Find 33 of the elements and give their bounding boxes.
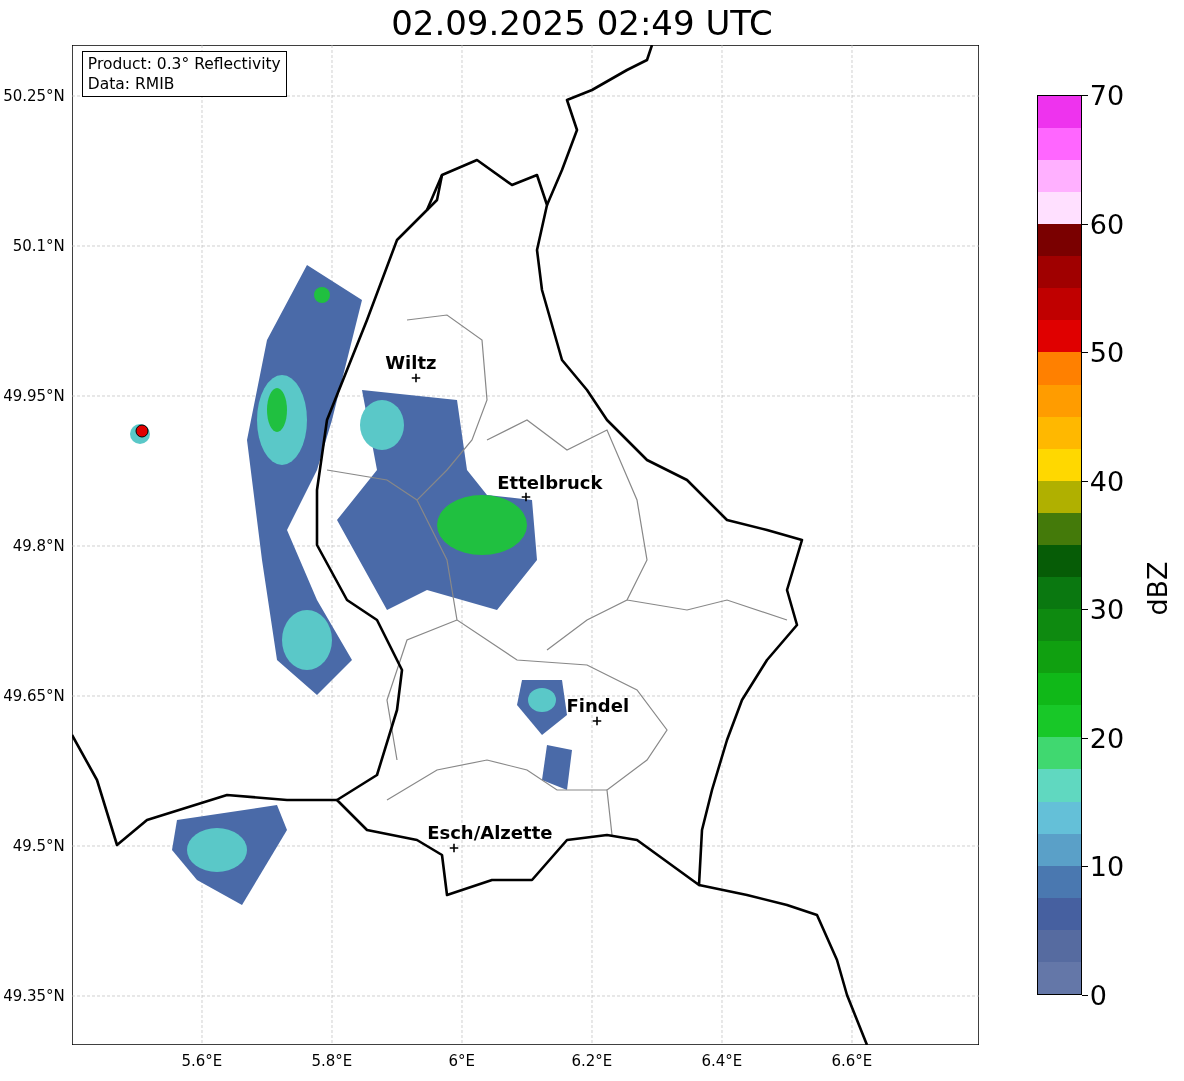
info-text: Product: 0.3° Reflectivity xyxy=(87,54,281,74)
latitude-label: 49.65°N xyxy=(3,687,65,705)
scale-tick-label: 60 xyxy=(1089,208,1125,240)
scale-axis-label: dBZ xyxy=(1141,560,1173,616)
plus-marker-icon xyxy=(521,492,531,502)
latitude-label: 50.25°N xyxy=(3,87,65,105)
longitude-label: 6.2°E xyxy=(571,1052,613,1070)
latitude-label: 49.35°N xyxy=(3,987,65,1005)
chart-title: 02.09.2025 02:49 UTC xyxy=(390,1,774,45)
latitude-label: 49.8°N xyxy=(12,537,65,555)
longitude-label: 5.8°E xyxy=(311,1052,353,1070)
longitude-label: 6.6°E xyxy=(831,1052,873,1070)
scale-tick-label: 30 xyxy=(1089,593,1125,625)
latitude-label: 49.95°N xyxy=(3,387,65,405)
place-label: Esch/Alzette xyxy=(427,821,553,843)
longitude-label: 5.6°E xyxy=(181,1052,223,1070)
longitude-label: 6°E xyxy=(448,1052,476,1070)
info-text: Data: RMIB xyxy=(87,74,176,94)
latitude-label: 49.5°N xyxy=(12,837,65,855)
plus-marker-icon xyxy=(449,843,459,853)
plus-marker-icon xyxy=(411,373,421,383)
longitude-label: 6.4°E xyxy=(701,1052,743,1070)
place-label: Findel xyxy=(566,694,630,716)
scale-tick-label: 40 xyxy=(1089,465,1125,497)
scale-tick-label: 50 xyxy=(1089,336,1125,368)
scale-tick-label: 0 xyxy=(1089,979,1107,1011)
scale-tick-label: 10 xyxy=(1089,850,1125,882)
scale-tick-label: 70 xyxy=(1089,79,1125,111)
scale-tick-label: 20 xyxy=(1089,722,1125,754)
plus-marker-icon xyxy=(592,716,602,726)
place-label: Ettelbruck xyxy=(497,471,603,493)
latitude-label: 50.1°N xyxy=(12,237,65,255)
place-label: Wiltz xyxy=(385,351,437,373)
